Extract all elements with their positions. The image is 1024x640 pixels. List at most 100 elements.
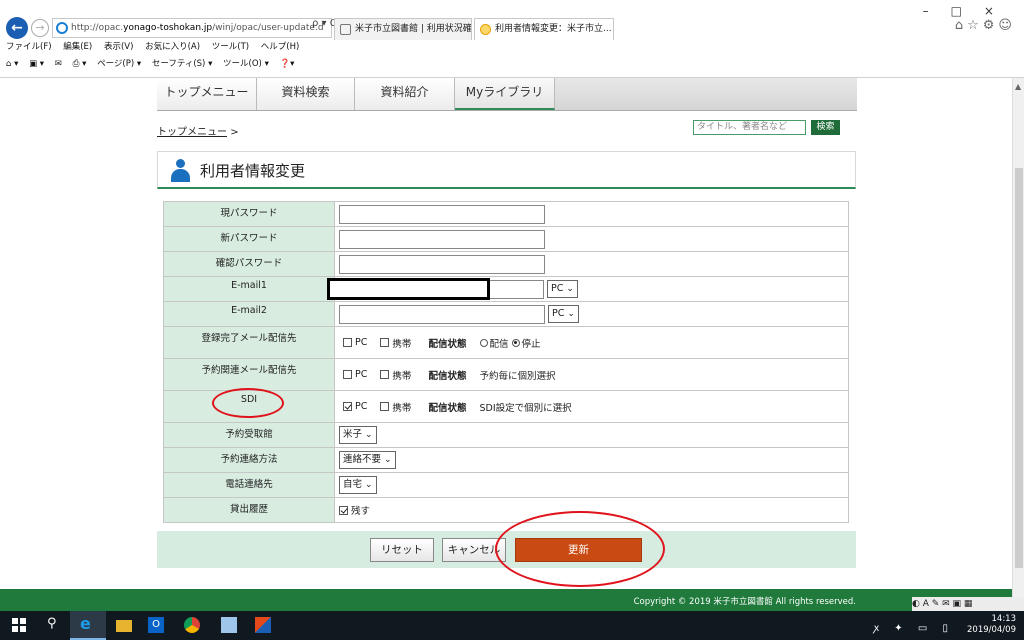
email1-type-select[interactable]: PC ⌄ <box>547 280 578 298</box>
feed-icon[interactable]: ▣ ▾ <box>29 59 44 69</box>
nav-search[interactable]: 資料検索 <box>257 78 355 110</box>
forward-button[interactable]: → <box>31 19 49 37</box>
book-icon <box>340 24 351 35</box>
redacted-email-input[interactable] <box>327 278 490 300</box>
menu-edit[interactable]: 編集(E) <box>63 42 92 52</box>
menu-bar: ファイル(F) 編集(E) 表示(V) お気に入り(A) ツール(T) ヘルプ(… <box>6 40 308 52</box>
menu-file[interactable]: ファイル(F) <box>6 42 52 52</box>
back-button[interactable]: ← <box>6 17 28 39</box>
label-registration-mail: 登録完了メール配信先 <box>163 326 335 359</box>
reserve-pc-checkbox[interactable] <box>343 370 352 379</box>
cmd-page[interactable]: ページ(P) ▾ <box>97 59 141 69</box>
address-tools[interactable]: ρ ▾ C <box>312 18 337 29</box>
menu-favorites[interactable]: お気に入り(A) <box>145 42 200 52</box>
tab-usage-status[interactable]: 米子市立図書館 | 利用状況確認 <box>334 18 472 40</box>
notepad-icon[interactable] <box>221 617 237 633</box>
form-row-pickup-library: 予約受取館 米子 ⌄ <box>163 422 849 448</box>
form-row-confirm-password: 確認パスワード <box>163 251 849 277</box>
user-info-form: 現パスワード 新パスワード 確認パスワード E-mail1 PC ⌄ E-mail… <box>163 201 849 523</box>
vertical-scrollbar[interactable]: ▲ <box>1012 78 1024 611</box>
form-row-registration-mail: 登録完了メール配信先 PC 携帯 配信状態 配信 停止 <box>163 326 849 359</box>
label-current-password: 現パスワード <box>163 201 335 227</box>
menu-view[interactable]: 表示(V) <box>104 42 133 52</box>
status-strip: ◐ A ✎ ✉ ▣ ▦ <box>0 597 1024 611</box>
search-input[interactable]: タイトル、著者名など <box>693 120 806 135</box>
annotation-circle-update <box>495 511 665 587</box>
reserve-mobile-checkbox[interactable] <box>380 370 390 379</box>
reg-mobile-checkbox[interactable] <box>380 338 390 347</box>
scroll-thumb[interactable] <box>1015 168 1023 568</box>
annotation-circle-sdi <box>212 388 284 418</box>
tab-label: 利用者情報変更：米子市立... <box>495 24 612 34</box>
windows-start-icon[interactable] <box>12 618 28 634</box>
form-row-current-password: 現パスワード <box>163 201 849 227</box>
reset-button[interactable]: リセット <box>370 538 434 562</box>
current-password-input[interactable] <box>339 204 545 224</box>
command-bar: ⌂ ▾ ▣ ▾ ✉ ⎙ ▾ ページ(P) ▾ セーフティ(S) ▾ ツール(O)… <box>6 57 302 69</box>
breadcrumb-separator: > <box>230 127 239 138</box>
breadcrumb: トップメニュー > <box>157 123 239 138</box>
menu-help[interactable]: ヘルプ(H) <box>261 42 300 52</box>
form-row-phone-contact: 電話連絡先 自宅 ⌄ <box>163 472 849 498</box>
label-contact-method: 予約連絡方法 <box>163 447 335 473</box>
sdi-pc-checkbox[interactable] <box>343 402 352 411</box>
home-icon[interactable]: ⌂ ▾ <box>6 59 18 69</box>
pickup-library-select[interactable]: 米子 ⌄ <box>339 426 377 444</box>
form-row-email1: E-mail1 PC ⌄ <box>163 276 849 302</box>
confirm-password-input[interactable] <box>339 254 545 274</box>
label-email1: E-mail1 <box>163 276 335 302</box>
cmd-tools[interactable]: ツール(O) ▾ <box>223 59 269 69</box>
chevron-down-icon: ⌄ <box>365 430 373 440</box>
form-row-reserve-mail: 予約関連メール配信先 PC 携帯 配信状態 予約毎に個別選択 <box>163 358 849 391</box>
page-header-panel: 利用者情報変更 <box>157 151 856 189</box>
toolbar-icons[interactable]: ⌂☆⚙☺ <box>955 18 1016 33</box>
ime-toolbar-icons[interactable]: ◐ A ✎ ✉ ▣ ▦ <box>912 597 1024 611</box>
ie-taskbar-icon[interactable]: e <box>80 614 96 633</box>
nav-introduction[interactable]: 資料紹介 <box>355 78 455 110</box>
url-domain: yonago-toshokan.jp <box>123 23 213 33</box>
chrome-icon[interactable] <box>184 617 200 633</box>
form-row-new-password: 新パスワード <box>163 226 849 252</box>
search-icon[interactable]: ⚲ <box>47 616 63 632</box>
chevron-down-icon: ⌄ <box>384 455 392 465</box>
search-button[interactable]: 検索 <box>811 120 840 135</box>
tab-label: 米子市立図書館 | 利用状況確認 <box>355 24 472 34</box>
breadcrumb-top-menu[interactable]: トップメニュー <box>157 127 227 138</box>
email2-input[interactable] <box>339 304 545 324</box>
nav-top-menu[interactable]: トップメニュー <box>157 78 257 110</box>
new-password-input[interactable] <box>339 229 545 249</box>
cmd-safety[interactable]: セーフティ(S) ▾ <box>152 59 212 69</box>
print-icon[interactable]: ⎙ ▾ <box>73 59 87 69</box>
deliver-radio[interactable] <box>479 338 488 347</box>
page-title: 利用者情報変更 <box>200 162 306 180</box>
history-keep-checkbox[interactable] <box>339 505 348 515</box>
ie-page-icon <box>56 22 68 34</box>
mail-icon[interactable]: ✉ <box>55 59 62 69</box>
clock-time: 14:13 <box>991 614 1017 624</box>
folder-icon[interactable] <box>116 620 132 632</box>
url-prefix: http://opac. <box>71 23 124 33</box>
clock[interactable]: 14:13 2019/04/09 <box>967 614 1016 636</box>
page-icon <box>480 24 491 35</box>
app-icon[interactable] <box>255 617 271 633</box>
contact-method-select[interactable]: 連絡不要 ⌄ <box>339 451 396 469</box>
sdi-note: SDI設定で個別に選択 <box>479 402 572 414</box>
tab-user-update[interactable]: 利用者情報変更：米子市立... × <box>474 18 614 40</box>
menu-tools[interactable]: ツール(T) <box>212 42 249 52</box>
reg-pc-checkbox[interactable] <box>343 338 352 347</box>
reserve-note: 予約毎に個別選択 <box>479 370 556 382</box>
phone-contact-select[interactable]: 自宅 ⌄ <box>339 476 377 494</box>
outlook-icon[interactable]: O <box>148 617 164 633</box>
label-lending-history: 貸出履歴 <box>163 497 335 523</box>
address-bar[interactable]: http://opac.yonago-toshokan.jp/winj/opac… <box>52 18 332 38</box>
nav-my-library[interactable]: Myライブラリ <box>455 78 555 110</box>
stop-radio[interactable] <box>511 338 520 347</box>
sdi-mobile-checkbox[interactable] <box>380 402 390 411</box>
email2-type-select[interactable]: PC ⌄ <box>548 305 579 323</box>
help-icon[interactable]: ❓▾ <box>280 59 295 69</box>
scroll-up-icon[interactable]: ▲ <box>1015 82 1021 91</box>
system-tray-icons[interactable]: ꭗ ✦ ▭ ▯ <box>874 620 954 634</box>
label-reserve-mail: 予約関連メール配信先 <box>163 358 335 391</box>
label-confirm-password: 確認パスワード <box>163 251 335 277</box>
label-phone-contact: 電話連絡先 <box>163 472 335 498</box>
